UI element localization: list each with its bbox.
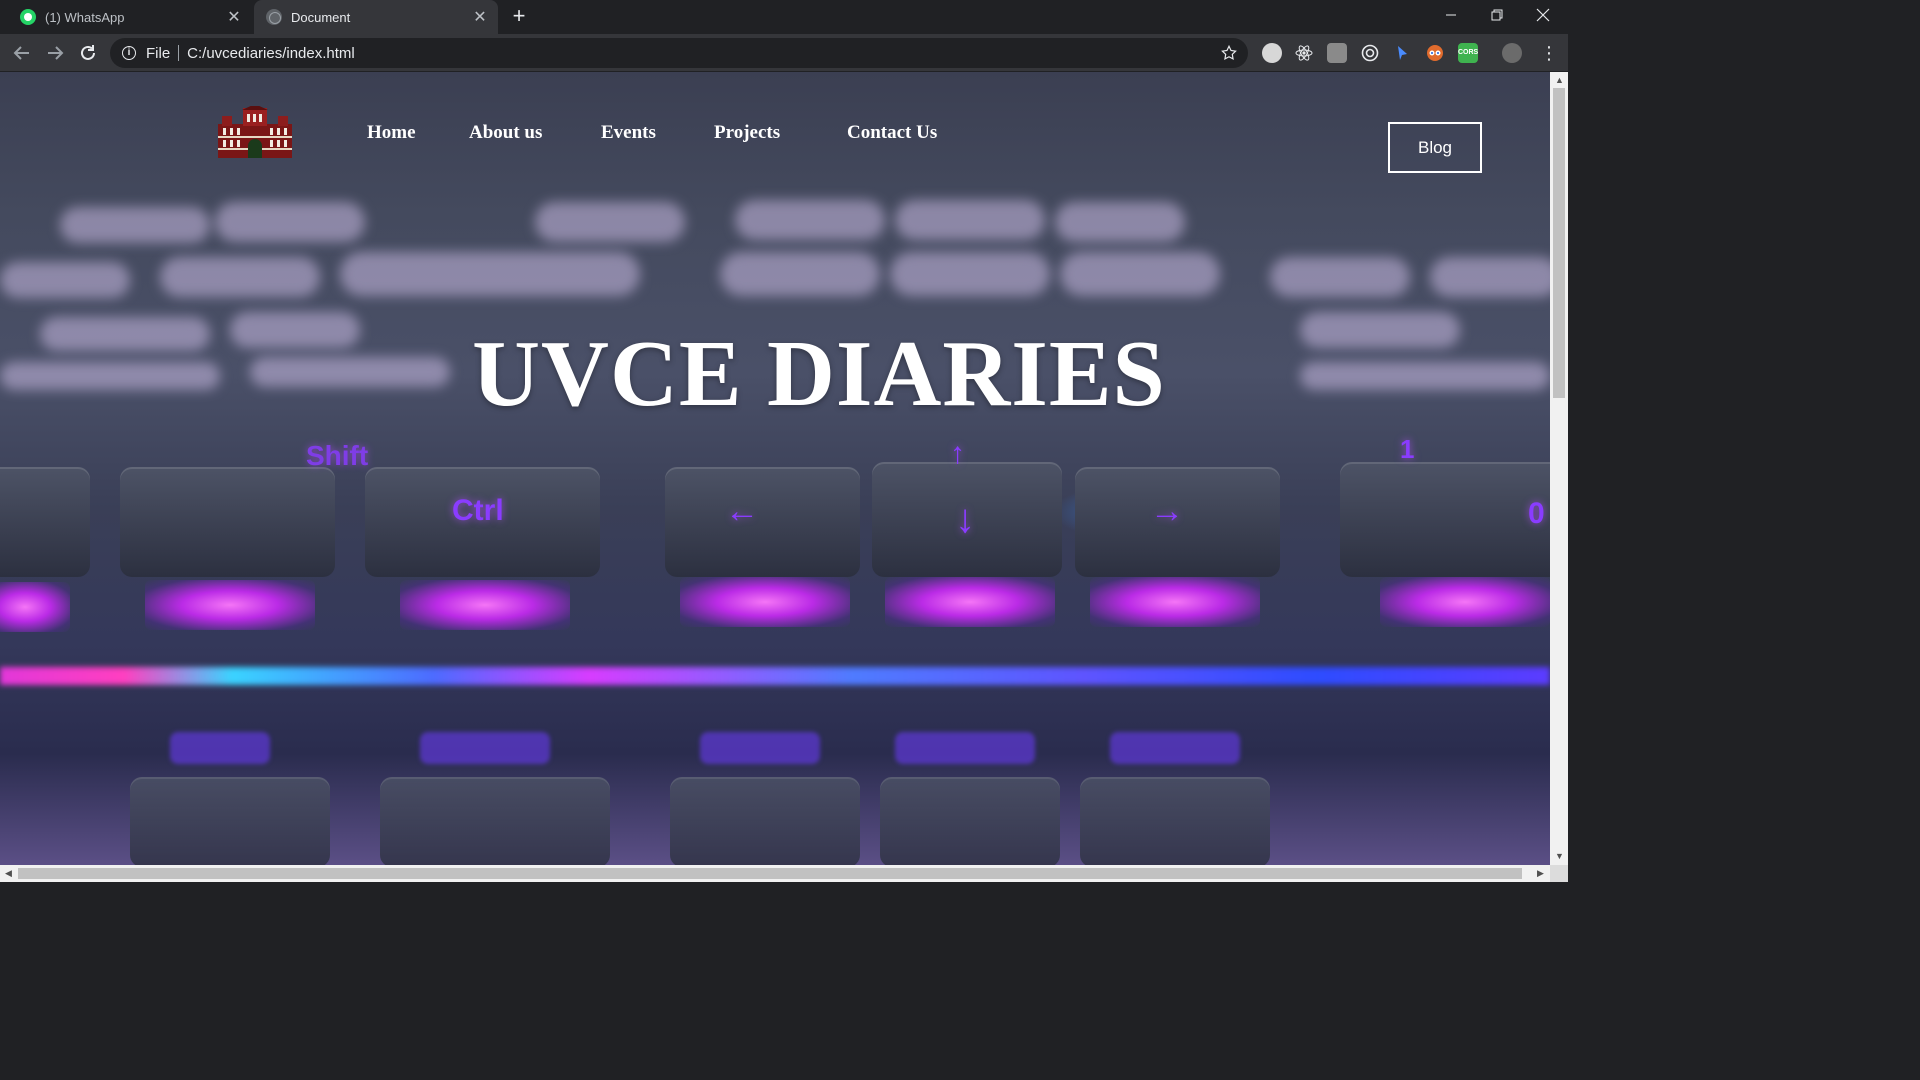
close-icon[interactable]: ✕ — [224, 7, 244, 27]
key-glow — [400, 580, 570, 630]
restore-button[interactable] — [1474, 0, 1520, 30]
close-icon[interactable]: ✕ — [470, 7, 490, 27]
reload-button[interactable] — [75, 40, 101, 66]
tab-document[interactable]: Document ✕ — [254, 0, 498, 34]
react-devtools-icon[interactable] — [1294, 43, 1314, 63]
blog-button[interactable]: Blog — [1388, 122, 1482, 173]
key-glow — [1090, 577, 1260, 627]
scrollbar-thumb[interactable] — [1553, 88, 1565, 398]
globe-icon — [266, 9, 282, 25]
divider — [178, 45, 180, 61]
uvce-building-logo-icon[interactable] — [218, 106, 292, 160]
nav-home[interactable]: Home — [367, 122, 416, 144]
extension-icon[interactable] — [1327, 43, 1347, 63]
reload-icon — [81, 45, 95, 60]
bookmark-star-icon[interactable] — [1220, 44, 1238, 62]
keycap — [120, 467, 335, 577]
address-bar[interactable]: i File C:/uvcediaries/index.html — [110, 38, 1248, 68]
minimize-button[interactable] — [1428, 0, 1474, 30]
whatsapp-icon — [20, 9, 36, 25]
scroll-left-icon[interactable]: ◀ — [5, 868, 12, 878]
tab-whatsapp[interactable]: (1) WhatsApp ✕ — [8, 0, 252, 34]
close-window-button[interactable] — [1520, 0, 1566, 30]
target-icon[interactable] — [1360, 43, 1380, 63]
eyes-icon[interactable] — [1425, 43, 1445, 63]
forward-button[interactable] — [42, 40, 68, 66]
keycap — [0, 467, 90, 577]
info-icon[interactable]: i — [122, 46, 136, 60]
page-viewport: Shift Ctrl ← ↓ → ↑ 1 0 Home About us Eve… — [0, 72, 1550, 865]
key-glow — [1380, 577, 1550, 627]
arrow-left-icon — [13, 46, 29, 60]
hero-title: UVCE DIARIES — [472, 322, 1166, 426]
horizontal-scrollbar[interactable]: ◀ ▶ — [0, 865, 1550, 882]
scrollbar-corner — [1550, 865, 1568, 882]
back-button[interactable] — [9, 40, 35, 66]
rgb-light-strip — [0, 667, 1550, 685]
cursor-icon[interactable] — [1392, 43, 1412, 63]
menu-dots-icon[interactable]: ⋮ — [1540, 44, 1558, 62]
keycap — [665, 467, 860, 577]
key-label: ← — [725, 492, 759, 530]
url-text[interactable]: C:/uvcediaries/index.html — [187, 45, 355, 62]
tab-label: Document — [291, 9, 351, 25]
key-glow — [0, 582, 70, 632]
avatar[interactable] — [1502, 43, 1522, 63]
key-label: 0 — [1528, 497, 1545, 530]
restore-icon — [1491, 9, 1503, 21]
arrow-right-icon — [48, 46, 64, 60]
scroll-down-icon[interactable]: ▼ — [1555, 851, 1564, 861]
nav-about-us[interactable]: About us — [469, 122, 542, 144]
vertical-scrollbar[interactable]: ▲ ▼ — [1550, 72, 1568, 865]
key-label: Shift — [306, 440, 369, 471]
key-glow — [680, 577, 850, 627]
scrollbar-thumb[interactable] — [18, 868, 1522, 879]
key-glow — [145, 580, 315, 630]
minimize-icon — [1446, 14, 1456, 16]
keycap — [1340, 462, 1550, 577]
new-tab-button[interactable]: + — [507, 5, 531, 29]
scroll-up-icon[interactable]: ▲ — [1555, 75, 1564, 85]
extension-icon[interactable] — [1262, 43, 1282, 63]
key-label: ↑ — [950, 437, 965, 470]
key-glow — [885, 577, 1055, 627]
nav-events[interactable]: Events — [601, 122, 656, 144]
key-label: Ctrl — [452, 494, 504, 527]
key-label: → — [1150, 492, 1184, 530]
tab-label: (1) WhatsApp — [45, 9, 125, 25]
nav-contact-us[interactable]: Contact Us — [847, 122, 937, 144]
browser-toolbar: i File C:/uvcediaries/index.html CORS ⋮ — [0, 34, 1568, 72]
key-label: 1 — [1400, 434, 1415, 464]
tab-strip: (1) WhatsApp ✕ Document ✕ + — [0, 0, 1568, 34]
nav-projects[interactable]: Projects — [714, 122, 780, 144]
scroll-right-icon[interactable]: ▶ — [1537, 868, 1544, 878]
key-label: ↓ — [955, 497, 975, 541]
hero-background: Shift Ctrl ← ↓ → ↑ 1 0 — [0, 72, 1550, 865]
cors-icon[interactable]: CORS — [1458, 43, 1478, 63]
close-icon — [1536, 8, 1550, 22]
url-scheme: File — [146, 44, 171, 62]
